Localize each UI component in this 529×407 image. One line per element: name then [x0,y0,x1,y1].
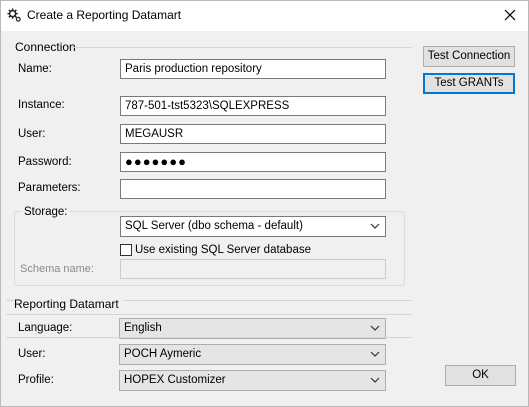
language-select[interactable]: English [119,318,386,339]
window-title: Create a Reporting Datamart [27,8,182,22]
profile-select[interactable]: HOPEX Customizer [119,370,386,391]
profile-label: Profile: [18,374,54,386]
user-field[interactable]: MEGAUSR [120,124,386,144]
use-existing-label: Use existing SQL Server database [135,244,311,256]
name-label: Name: [18,63,52,75]
parameters-label: Parameters: [18,182,81,194]
parameters-field[interactable] [120,179,386,199]
storage-label: Storage: [22,206,70,218]
password-field[interactable]: ●●●●●●● [120,152,386,172]
profile-select-value: HOPEX Customizer [124,374,226,386]
language-separator [6,337,412,338]
schema-name-field[interactable] [120,259,386,279]
datamart-group-line [6,314,412,315]
storage-select-value: SQL Server (dbo schema - default) [125,220,303,232]
connection-group-line [72,47,412,48]
instance-field[interactable]: 787-501-tst5323\SQLEXPRESS [120,96,386,116]
datamart-user-label: User: [18,348,46,360]
chevron-down-icon [370,351,380,357]
ok-button[interactable]: OK [445,365,516,386]
chevron-down-icon [370,325,380,331]
datamart-user-select-value: POCH Aymeric [124,348,202,360]
chevron-down-icon [370,377,380,383]
name-field[interactable]: Paris production repository [120,59,386,79]
chevron-down-icon [370,223,380,229]
test-connection-button[interactable]: Test Connection [423,46,515,67]
test-grants-button[interactable]: Test GRANTs [423,73,515,94]
storage-select[interactable]: SQL Server (dbo schema - default) [120,216,386,237]
language-select-value: English [124,322,162,334]
connection-group-label: Connection [15,40,76,54]
language-label: Language: [18,322,73,334]
close-button[interactable] [498,4,522,26]
password-label: Password: [18,156,72,168]
schema-name-label: Schema name: [20,263,94,275]
instance-label: Instance: [18,99,65,111]
datamart-group-label: Reporting Datamart [14,297,123,311]
gear-icon [7,8,21,22]
use-existing-checkbox[interactable] [120,244,132,256]
datamart-user-select[interactable]: POCH Aymeric [119,344,386,365]
user-label: User: [18,128,46,140]
close-icon [504,9,516,21]
